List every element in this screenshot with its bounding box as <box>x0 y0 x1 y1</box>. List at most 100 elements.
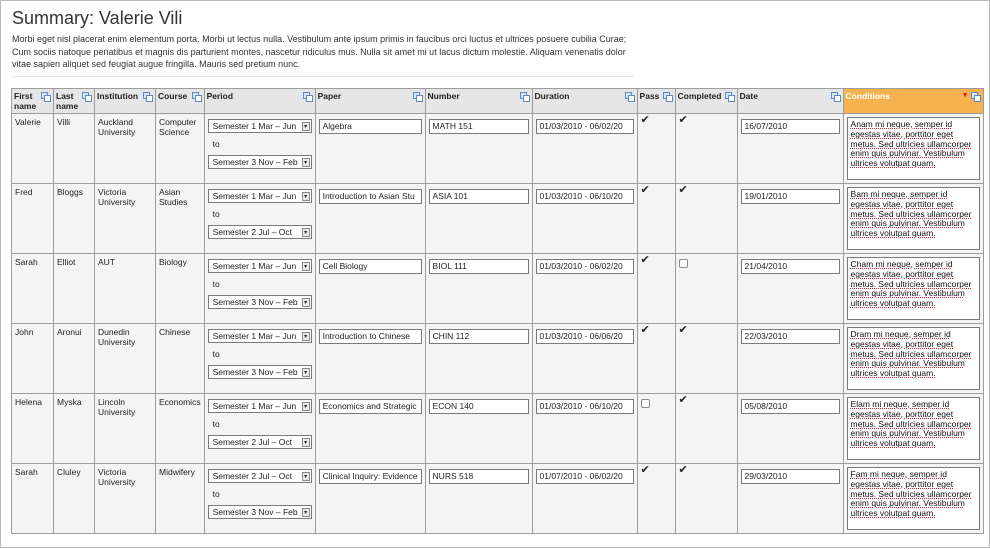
date-input[interactable]: 22/03/2010 <box>740 329 840 344</box>
column-header-paper[interactable]: Paper <box>314 88 426 114</box>
dropdown-arrow-icon[interactable]: ▾ <box>301 331 310 341</box>
column-header-period[interactable]: Period <box>203 88 316 114</box>
period-to-select[interactable]: Semester 3 Nov – Feb ▾ <box>207 155 312 169</box>
number-input[interactable]: BIOL 111 <box>428 259 529 274</box>
period-from-select[interactable]: Semester 1 Mar – Jun ▾ <box>207 259 312 273</box>
completed-checkbox[interactable]: ✔ <box>679 115 688 128</box>
copy-icon[interactable] <box>143 92 153 102</box>
period-to-select[interactable]: Semester 2 Jul – Oct ▾ <box>207 225 312 239</box>
period-to-select[interactable]: Semester 3 Nov – Feb ▾ <box>207 295 312 309</box>
number-input[interactable]: NURS 518 <box>428 469 529 484</box>
period-to-select[interactable]: Semester 3 Nov – Feb ▾ <box>207 365 312 379</box>
checkmark-icon: ✔ <box>640 114 650 126</box>
column-header-first-name[interactable]: First name <box>11 88 54 114</box>
dropdown-arrow-icon[interactable]: ▾ <box>301 401 310 411</box>
duration-input[interactable]: 01/03/2010 - 06/10/20 <box>535 189 634 204</box>
copy-icon[interactable] <box>724 92 735 102</box>
conditions-textarea[interactable]: Fam mi neque, semper id egestas vitae, p… <box>846 467 980 530</box>
conditions-textarea[interactable]: Anam mi neque, semper id egestas vitae, … <box>846 117 980 180</box>
conditions-text: Dram mi neque, semper id egestas vitae, … <box>850 329 972 379</box>
completed-checkbox[interactable]: ✔ <box>679 325 688 338</box>
completed-checkbox[interactable]: ✔ <box>679 465 688 478</box>
pass-checkbox[interactable]: ✔ <box>641 185 650 198</box>
duration-input[interactable]: 01/07/2010 - 06/02/20 <box>535 469 634 484</box>
copy-icon[interactable] <box>970 92 981 102</box>
number-input[interactable]: MATH 151 <box>428 119 529 134</box>
checkmark-icon: ✔ <box>678 464 688 476</box>
pass-checkbox[interactable]: ✔ <box>641 465 650 478</box>
cell-institution: Dunedin University <box>94 323 156 394</box>
period-from-select[interactable]: Semester 1 Mar – Jun ▾ <box>207 399 312 413</box>
period-from-select[interactable]: Semester 1 Mar – Jun ▾ <box>207 329 312 343</box>
completed-checkbox[interactable]: ✔ <box>679 185 688 198</box>
copy-icon[interactable] <box>830 92 841 102</box>
conditions-textarea[interactable]: Cham mi neque, semper id egestas vitae, … <box>846 257 980 320</box>
pass-checkbox[interactable] <box>640 399 650 408</box>
paper-input[interactable]: Clinical Inquiry: Evidence <box>318 469 422 484</box>
dropdown-arrow-icon[interactable]: ▾ <box>301 297 310 307</box>
first-text: John <box>15 327 34 337</box>
dropdown-arrow-icon[interactable]: ▾ <box>301 471 310 481</box>
copy-icon[interactable] <box>302 92 313 102</box>
column-header-pass[interactable]: Pass <box>636 88 676 114</box>
conditions-textarea[interactable]: Elam mi neque, semper id egestas vitae, … <box>846 397 980 460</box>
conditions-textarea[interactable]: Bam mi neque, semper id egestas vitae, p… <box>846 187 980 250</box>
paper-input[interactable]: Introduction to Chinese <box>318 329 422 344</box>
copy-icon[interactable] <box>662 92 673 102</box>
number-input[interactable]: CHIN 112 <box>428 329 529 344</box>
column-header-course[interactable]: Course <box>155 88 205 114</box>
column-header-conditions[interactable]: Conditions ▼ <box>842 88 984 114</box>
period-from-select[interactable]: Semester 1 Mar – Jun ▾ <box>207 119 312 133</box>
cell-course: Asian Studies <box>155 183 205 254</box>
period-from-select[interactable]: Semester 1 Mar – Jun ▾ <box>207 189 312 203</box>
paper-input[interactable]: Introduction to Asian Stu <box>318 189 422 204</box>
pass-checkbox[interactable]: ✔ <box>641 325 650 338</box>
date-input[interactable]: 29/03/2010 <box>740 469 840 484</box>
duration-input[interactable]: 01/03/2010 - 06/10/20 <box>535 399 634 414</box>
date-input[interactable]: 19/01/2010 <box>740 189 840 204</box>
column-header-institution[interactable]: Institution <box>94 88 156 114</box>
column-header-label: Period <box>206 91 234 101</box>
paper-input[interactable]: Economics and Strategic <box>318 399 422 414</box>
completed-checkbox[interactable] <box>678 259 688 268</box>
sort-desc-icon[interactable]: ▼ <box>962 91 969 101</box>
dropdown-arrow-icon[interactable]: ▾ <box>301 261 310 271</box>
number-input[interactable]: ECON 140 <box>428 399 529 414</box>
copy-icon[interactable] <box>82 92 92 102</box>
completed-checkbox[interactable]: ✔ <box>679 395 688 408</box>
copy-icon[interactable] <box>191 92 202 102</box>
copy-icon[interactable] <box>412 92 423 102</box>
conditions-text: Anam mi neque, semper id egestas vitae, … <box>850 119 972 169</box>
column-header-completed[interactable]: Completed <box>674 88 738 114</box>
duration-input[interactable]: 01/03/2010 - 06/06/20 <box>535 329 634 344</box>
duration-input[interactable]: 01/03/2010 - 06/02/20 <box>535 119 634 134</box>
dropdown-arrow-icon[interactable]: ▾ <box>301 437 310 447</box>
period-to-select[interactable]: Semester 3 Nov – Feb ▾ <box>207 505 312 519</box>
dropdown-arrow-icon[interactable]: ▾ <box>301 227 310 237</box>
paper-input[interactable]: Cell Biology <box>318 259 422 274</box>
column-header-last-name[interactable]: Last name <box>53 88 95 114</box>
dropdown-arrow-icon[interactable]: ▾ <box>301 157 310 167</box>
paper-input[interactable]: Algebra <box>318 119 422 134</box>
dropdown-arrow-icon[interactable]: ▾ <box>301 507 310 517</box>
dropdown-arrow-icon[interactable]: ▾ <box>301 121 310 131</box>
copy-icon[interactable] <box>624 92 635 102</box>
column-header-number[interactable]: Number <box>424 88 533 114</box>
cell-completed: ✔ <box>674 463 738 534</box>
copy-icon[interactable] <box>519 92 530 102</box>
conditions-textarea[interactable]: Dram mi neque, semper id egestas vitae, … <box>846 327 980 390</box>
dropdown-arrow-icon[interactable]: ▾ <box>301 367 310 377</box>
dropdown-arrow-icon[interactable]: ▾ <box>301 191 310 201</box>
period-to-select[interactable]: Semester 2 Jul – Oct ▾ <box>207 435 312 449</box>
date-input[interactable]: 05/08/2010 <box>740 399 840 414</box>
column-header-date[interactable]: Date <box>736 88 844 114</box>
column-header-duration[interactable]: Duration <box>531 88 638 114</box>
number-input[interactable]: ASIA 101 <box>428 189 529 204</box>
copy-icon[interactable] <box>41 92 51 102</box>
date-input[interactable]: 21/04/2010 <box>740 259 840 274</box>
period-from-select[interactable]: Semester 2 Jul – Oct ▾ <box>207 469 312 483</box>
pass-checkbox[interactable]: ✔ <box>641 115 650 128</box>
pass-checkbox[interactable]: ✔ <box>641 255 650 268</box>
date-input[interactable]: 16/07/2010 <box>740 119 840 134</box>
duration-input[interactable]: 01/03/2010 - 06/02/20 <box>535 259 634 274</box>
